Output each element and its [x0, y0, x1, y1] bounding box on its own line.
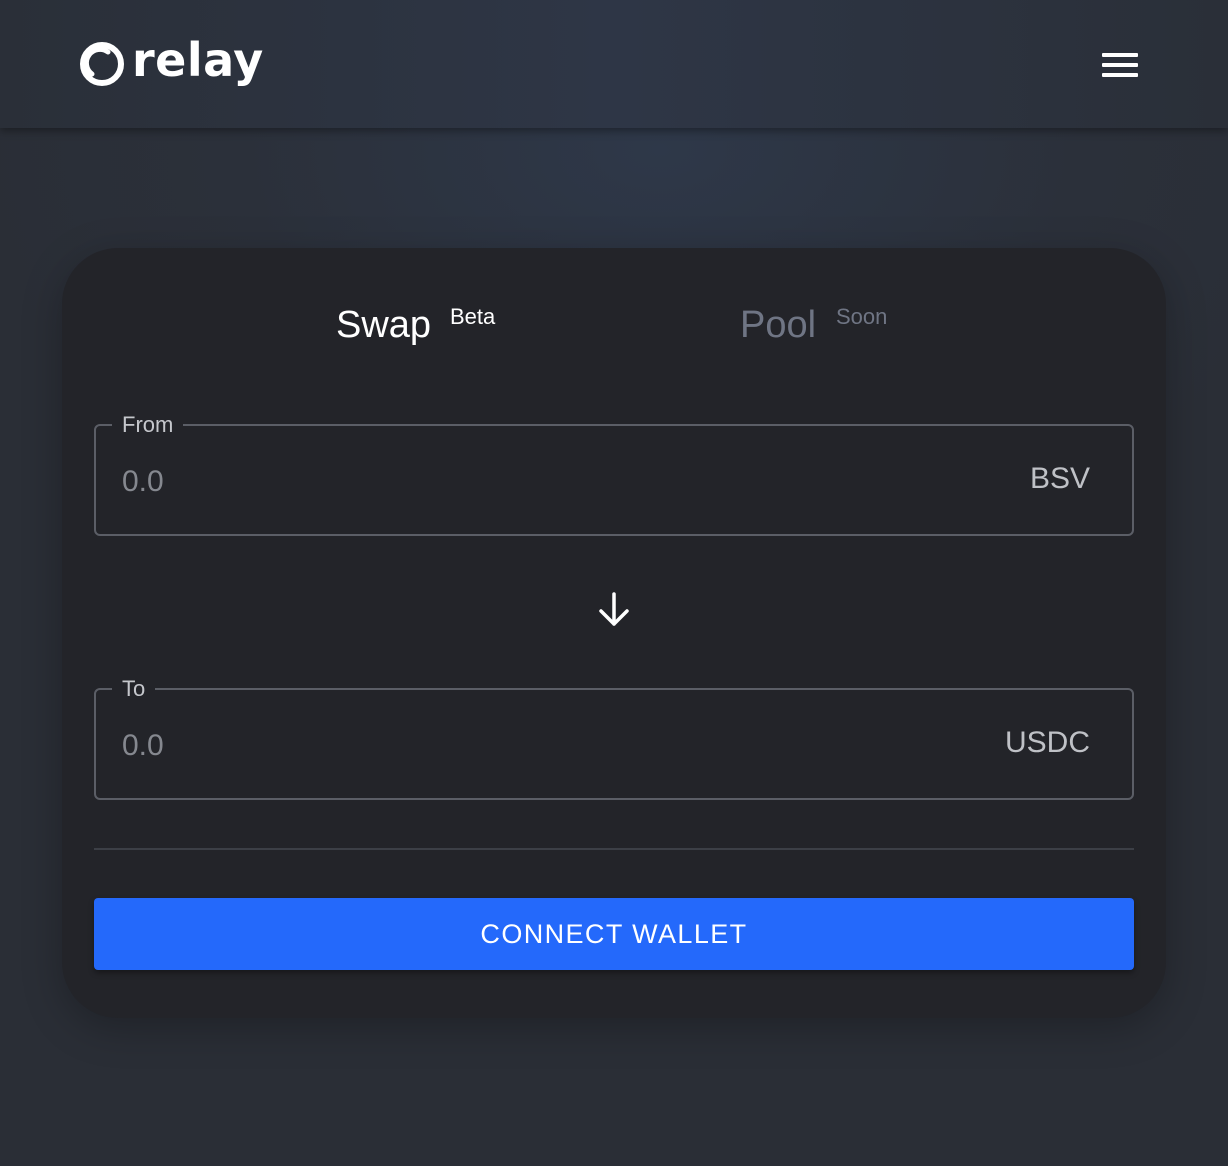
- from-label: From: [112, 412, 184, 438]
- swap-card: Swap Beta Pool Soon From BSV To USDC CON…: [62, 248, 1166, 1018]
- to-token-selector[interactable]: USDC: [1005, 726, 1090, 760]
- arrow-down-icon[interactable]: [594, 588, 634, 632]
- tab-pool-badge: Soon: [836, 304, 888, 329]
- tab-pool-label: Pool: [740, 304, 817, 346]
- tab-pool[interactable]: Pool Soon: [740, 304, 887, 347]
- from-field: From BSV: [94, 412, 1134, 536]
- from-amount-input[interactable]: [122, 460, 882, 504]
- relay-logo-icon: [80, 42, 124, 86]
- tab-swap-label: Swap: [336, 304, 432, 346]
- to-amount-input[interactable]: [122, 724, 882, 768]
- relay-logo[interactable]: relay: [78, 34, 264, 90]
- brand-name: relay: [132, 33, 264, 87]
- tab-swap[interactable]: Swap Beta: [336, 304, 495, 347]
- to-label: To: [112, 676, 156, 702]
- top-bar: relay: [0, 0, 1228, 128]
- menu-button[interactable]: [1098, 50, 1142, 80]
- tab-swap-badge: Beta: [450, 304, 496, 329]
- connect-wallet-button[interactable]: CONNECT WALLET: [94, 898, 1134, 970]
- hamburger-menu-icon: [1102, 53, 1138, 57]
- divider: [94, 848, 1134, 850]
- to-field: To USDC: [94, 676, 1134, 800]
- from-token-selector[interactable]: BSV: [1030, 462, 1090, 496]
